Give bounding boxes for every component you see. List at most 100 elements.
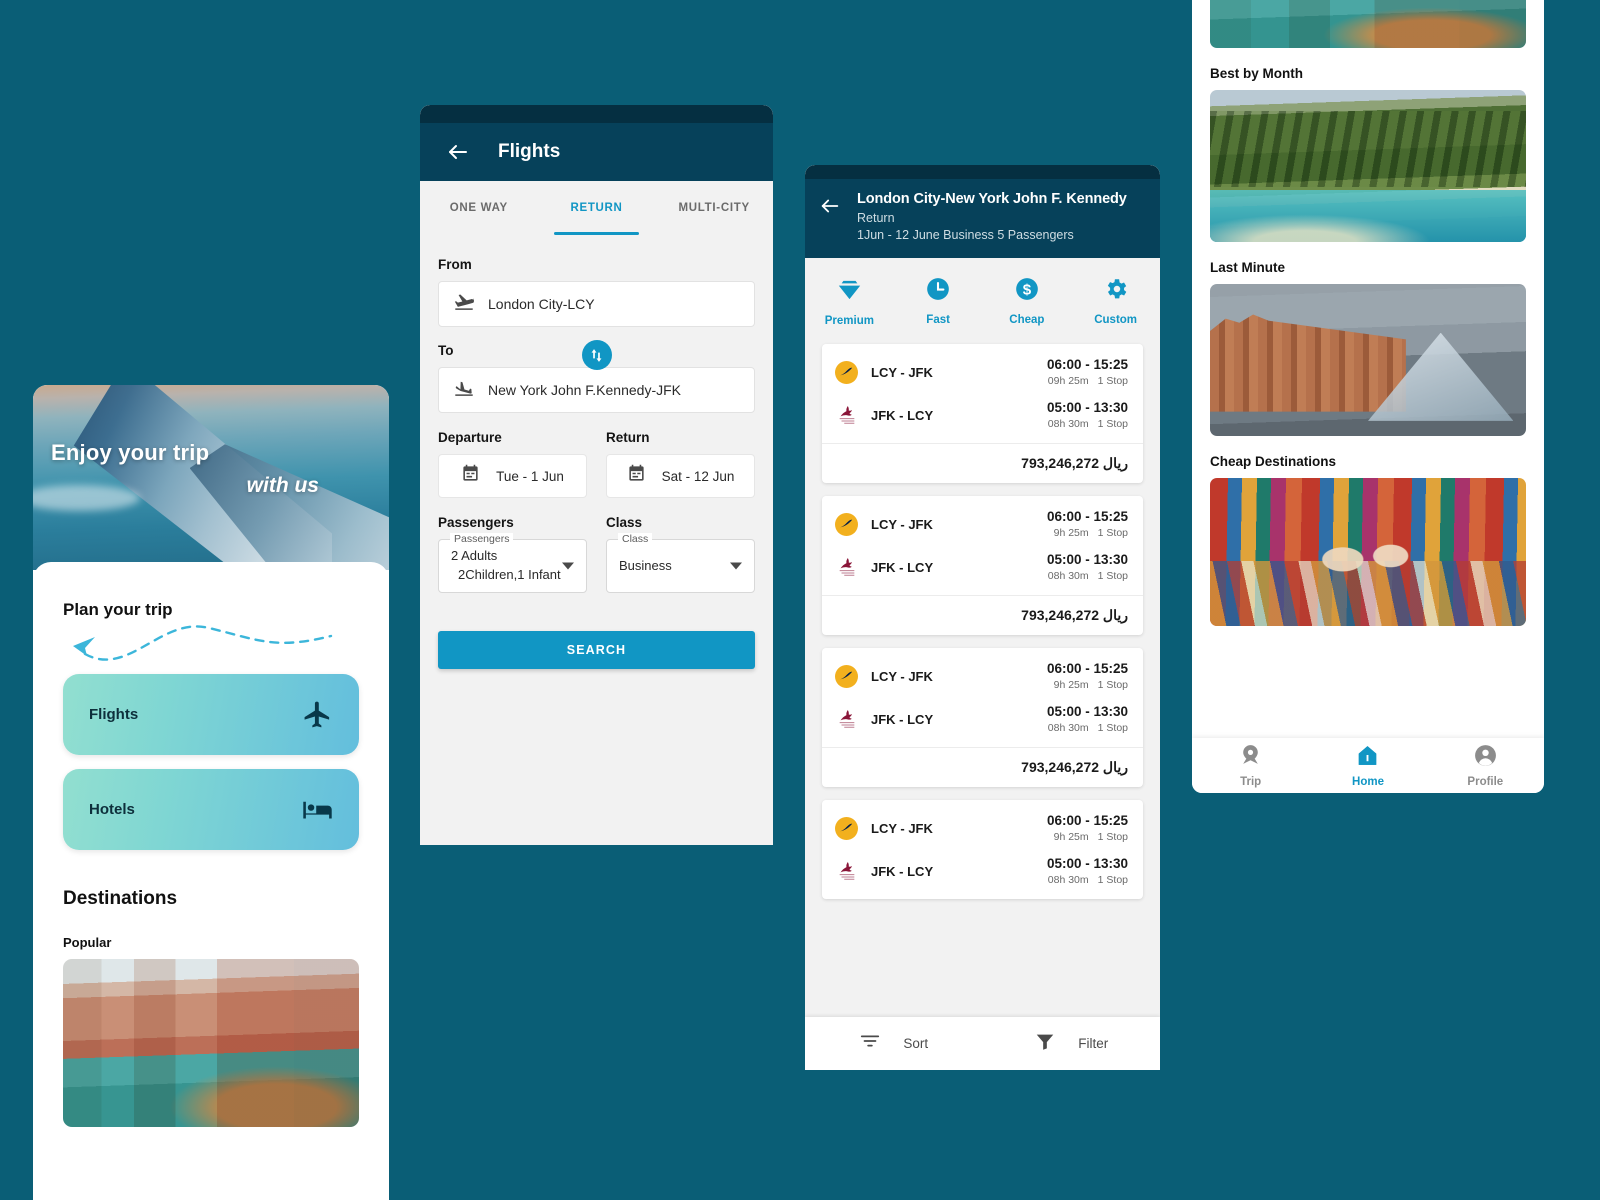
- swap-vertical-icon[interactable]: [581, 340, 612, 370]
- flight-land-icon: [453, 377, 475, 404]
- return-date-input[interactable]: Sat - 12 Jun: [606, 454, 755, 498]
- to-airport-value: New York John F.Kennedy-JFK: [488, 382, 681, 398]
- filter-premium[interactable]: Premium: [805, 276, 894, 327]
- inbound-duration: 08h 30m: [1047, 874, 1089, 886]
- inbound-duration: 08h 30m: [1047, 722, 1089, 734]
- qatar-airways-logo-icon: [835, 708, 858, 731]
- inbound-leg: JFK - LCY 05:00 - 13:30 08h 30m 1 Stop: [822, 852, 1143, 899]
- destination-image-coastline[interactable]: [1210, 90, 1526, 242]
- passengers-value-line2: 2Children,1 Infant: [458, 567, 561, 582]
- lufthansa-logo-icon: [835, 360, 858, 384]
- home-icon: [1355, 743, 1380, 773]
- sort-label: Sort: [903, 1036, 929, 1051]
- filter-button[interactable]: Filter: [983, 1030, 1161, 1057]
- lufthansa-logo-icon: [835, 512, 858, 536]
- filter-cheap-label: Cheap: [1009, 314, 1045, 326]
- best-by-month-title: Best by Month: [1210, 66, 1303, 81]
- inbound-leg: JFK - LCY 05:00 - 13:30 08h 30m 1 Stop: [822, 396, 1143, 443]
- inbound-times: 05:00 - 13:30: [1046, 704, 1128, 719]
- nav-trip-label: Trip: [1240, 776, 1262, 788]
- filter-cheap[interactable]: $ Cheap: [983, 276, 1072, 326]
- status-bar-strip: [420, 105, 773, 123]
- to-airport-input[interactable]: New York John F.Kennedy-JFK: [438, 367, 755, 413]
- inbound-times: 05:00 - 13:30: [1046, 400, 1128, 415]
- popular-destination-image[interactable]: [63, 959, 359, 1127]
- dashed-path-icon: [73, 625, 333, 661]
- home-content-card: Plan your trip Flights Hotels Destinatio…: [33, 562, 389, 1200]
- nav-item-profile[interactable]: Profile: [1427, 743, 1544, 788]
- destinations-title: Destinations: [63, 888, 178, 909]
- calendar-icon: [461, 464, 480, 488]
- svg-text:$: $: [1023, 281, 1032, 298]
- arrow-left-icon[interactable]: [446, 140, 470, 164]
- destination-image-louvre[interactable]: [1210, 284, 1526, 436]
- filter-custom[interactable]: Custom: [1071, 276, 1160, 326]
- destination-image-venice[interactable]: [1210, 0, 1526, 48]
- outbound-times: 06:00 - 15:25: [1046, 357, 1128, 372]
- map-pin-icon: [1238, 743, 1263, 773]
- tab-return[interactable]: RETURN: [538, 181, 656, 235]
- outbound-stops: 1 Stop: [1097, 375, 1128, 387]
- filter-premium-label: Premium: [824, 314, 874, 327]
- inbound-stops: 1 Stop: [1097, 570, 1128, 582]
- nav-item-trip[interactable]: Trip: [1192, 743, 1309, 788]
- outbound-duration: 9h 25m: [1053, 831, 1089, 843]
- hotels-action-button[interactable]: Hotels: [63, 769, 359, 850]
- class-label: Class: [606, 515, 643, 530]
- outbound-route: LCY - JFK: [871, 820, 933, 836]
- search-button[interactable]: SEARCH: [438, 631, 755, 669]
- nav-item-home[interactable]: Home: [1309, 743, 1426, 788]
- tab-one-way[interactable]: ONE WAY: [420, 181, 538, 235]
- departure-date-value: Tue - 1 Jun: [496, 468, 564, 484]
- tab-multi-city[interactable]: MULTI-CITY: [655, 181, 773, 235]
- screenshot-stage: Enjoy your trip with us Plan your trip F…: [0, 0, 1600, 1200]
- flight-result-card[interactable]: LCY - JFK 06:00 - 15:25 9h 25m 1 Stop JFK…: [822, 496, 1143, 635]
- flight-results-panel: London City-New York John F. Kennedy Ret…: [805, 165, 1160, 1070]
- results-trip-type: Return: [857, 211, 895, 225]
- filter-fast[interactable]: Fast: [894, 276, 983, 326]
- arrow-left-icon[interactable]: [819, 191, 841, 242]
- outbound-route: LCY - JFK: [871, 516, 933, 532]
- departure-label: Departure: [438, 430, 502, 445]
- account-circle-icon: [1473, 743, 1498, 773]
- nav-home-label: Home: [1352, 776, 1384, 788]
- outbound-leg: LCY - JFK 06:00 - 15:25 9h 25m 1 Stop: [822, 496, 1143, 548]
- dashed-route-decoration: [63, 622, 359, 674]
- passengers-value-line1: 2 Adults: [451, 548, 498, 564]
- nav-profile-label: Profile: [1467, 776, 1504, 788]
- departure-date-input[interactable]: Tue - 1 Jun: [438, 454, 587, 498]
- inbound-route: JFK - LCY: [871, 407, 934, 423]
- last-minute-title: Last Minute: [1210, 260, 1286, 275]
- passengers-select[interactable]: Passengers 2 Adults 2Children,1 Infant: [438, 533, 587, 593]
- results-trip-details: 1Jun - 12 June Business 5 Passengers: [857, 228, 1074, 242]
- class-select[interactable]: Class Business: [606, 533, 755, 593]
- outbound-leg: LCY - JFK 06:00 - 15:25 09h 25m 1 Stop: [822, 344, 1143, 396]
- destination-image-market[interactable]: [1210, 478, 1526, 626]
- inbound-times: 05:00 - 13:30: [1046, 856, 1128, 871]
- outbound-leg: LCY - JFK 06:00 - 15:25 9h 25m 1 Stop: [822, 648, 1143, 700]
- flights-action-label: Flights: [89, 706, 139, 723]
- return-date-value: Sat - 12 Jun: [661, 468, 735, 484]
- flight-price: ريال 793,246,272: [822, 747, 1143, 787]
- from-field-label: From: [438, 257, 472, 272]
- flights-action-button[interactable]: Flights: [63, 674, 359, 755]
- outbound-duration: 9h 25m: [1053, 679, 1089, 691]
- sort-button[interactable]: Sort: [805, 1030, 983, 1057]
- inbound-duration: 08h 30m: [1047, 418, 1089, 430]
- from-airport-input[interactable]: London City-LCY: [438, 281, 755, 327]
- airplane-icon: [302, 699, 333, 730]
- flight-search-form: From London City-LCY To New York John F.…: [420, 235, 773, 669]
- flight-result-card[interactable]: LCY - JFK 06:00 - 15:25 09h 25m 1 Stop JF…: [822, 344, 1143, 483]
- passengers-class-row: Passengers Passengers 2 Adults 2Children…: [438, 515, 755, 593]
- hero-headline-line2: with us: [246, 474, 319, 497]
- flight-result-card[interactable]: LCY - JFK 06:00 - 15:25 9h 25m 1 Stop JFK…: [822, 648, 1143, 787]
- outbound-stops: 1 Stop: [1097, 679, 1128, 691]
- outbound-stops: 1 Stop: [1097, 831, 1128, 843]
- outbound-times: 06:00 - 15:25: [1046, 509, 1128, 524]
- results-header: London City-New York John F. Kennedy Ret…: [805, 179, 1160, 258]
- return-label: Return: [606, 430, 650, 445]
- flight-result-card[interactable]: LCY - JFK 06:00 - 15:25 9h 25m 1 Stop JFK…: [822, 800, 1143, 899]
- calendar-icon: [627, 464, 646, 488]
- filter-label: Filter: [1078, 1036, 1109, 1051]
- from-airport-value: London City-LCY: [488, 296, 595, 312]
